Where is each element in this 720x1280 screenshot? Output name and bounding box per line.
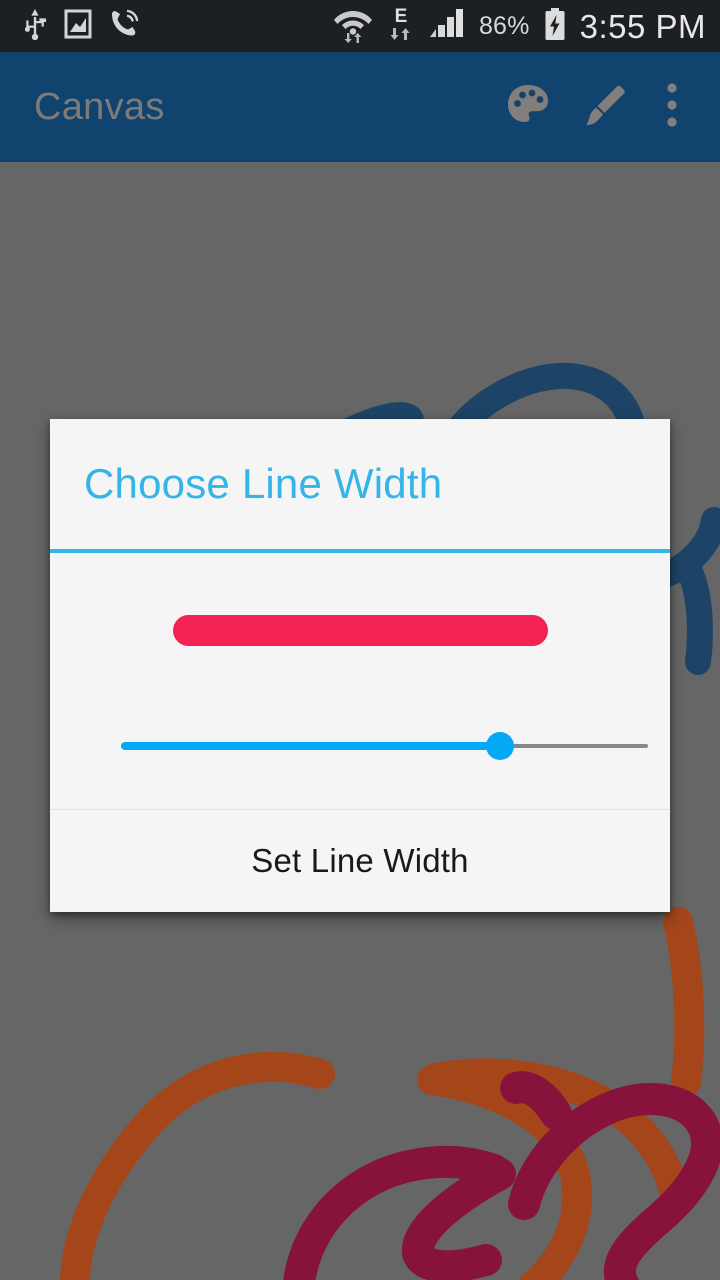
palette-icon-button[interactable] bbox=[490, 52, 566, 162]
line-width-slider[interactable] bbox=[121, 723, 648, 771]
status-bar-left-icons bbox=[0, 8, 140, 45]
app-bar: Canvas bbox=[0, 52, 720, 162]
choose-line-width-dialog: Choose Line Width Set Line Width bbox=[50, 419, 670, 912]
overflow-menu-button[interactable] bbox=[642, 52, 702, 162]
line-width-preview-container bbox=[50, 615, 670, 646]
battery-percent-label: 86% bbox=[478, 11, 530, 40]
status-bar: E 86% 3:55 PM bbox=[0, 0, 720, 52]
set-line-width-button[interactable]: Set Line Width bbox=[50, 842, 670, 880]
palette-icon bbox=[504, 81, 552, 134]
status-bar-right-icons: E 86% 3:55 PM bbox=[332, 5, 720, 48]
screenshot-image-icon bbox=[64, 8, 92, 45]
brush-icon-button[interactable] bbox=[566, 52, 642, 162]
edge-network-icon: E bbox=[387, 5, 415, 48]
battery-charging-icon bbox=[543, 7, 567, 46]
brush-icon bbox=[580, 81, 628, 134]
phone-call-icon bbox=[108, 8, 140, 45]
cellular-signal-icon bbox=[428, 7, 466, 46]
dialog-title-bar: Choose Line Width bbox=[50, 419, 670, 549]
line-width-preview bbox=[172, 615, 548, 646]
dialog-button-bar: Set Line Width bbox=[50, 810, 670, 912]
app-title: Canvas bbox=[34, 85, 165, 128]
overflow-menu-icon bbox=[665, 80, 679, 135]
phone-screen: E 86% 3:55 PM Canvas Choose Line Width S… bbox=[0, 0, 720, 1280]
dialog-title: Choose Line Width bbox=[84, 460, 443, 507]
svg-text:E: E bbox=[395, 6, 408, 27]
status-bar-clock: 3:55 PM bbox=[579, 7, 706, 45]
wifi-data-icon bbox=[332, 5, 374, 48]
usb-icon bbox=[22, 8, 48, 45]
app-bar-actions bbox=[490, 52, 720, 162]
slider-track-active bbox=[121, 742, 501, 750]
dialog-body bbox=[50, 553, 670, 809]
slider-thumb[interactable] bbox=[486, 732, 515, 760]
